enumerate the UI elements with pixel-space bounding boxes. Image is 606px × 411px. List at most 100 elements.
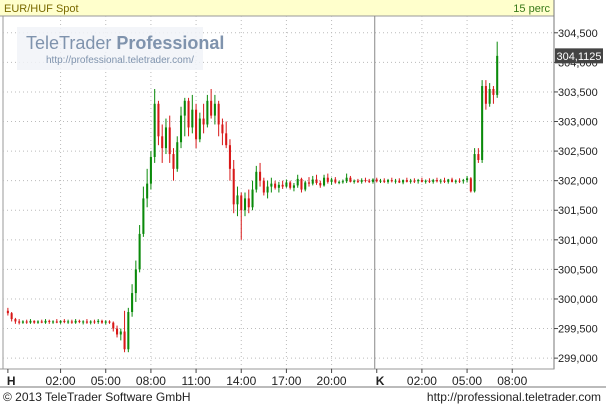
candle-body: [496, 55, 499, 95]
candle-body: [323, 177, 326, 186]
candle: [153, 88, 156, 163]
candlestick-series: [6, 41, 499, 353]
candle: [236, 186, 239, 217]
candle-body: [225, 133, 228, 146]
candle: [82, 320, 85, 325]
candle: [63, 319, 66, 324]
candle-body: [307, 182, 311, 184]
candle-body: [78, 320, 81, 323]
candle: [356, 178, 359, 184]
candle: [255, 165, 258, 193]
candle: [473, 148, 476, 193]
candle-body: [484, 86, 487, 104]
candle: [138, 225, 141, 273]
last-price-marker: 304,1125: [555, 48, 603, 64]
candle: [217, 100, 220, 137]
candle-body: [259, 171, 262, 181]
candle-body: [454, 180, 457, 182]
candle-body: [138, 233, 141, 270]
watermark-brand-bold: Professional: [116, 33, 224, 53]
candle: [454, 179, 457, 184]
candle: [364, 177, 367, 183]
x-tick-label: 17:00: [271, 374, 301, 388]
candle: [420, 177, 423, 183]
y-tick-label: 300,500: [558, 264, 598, 276]
instrument-title: EUR/HUF Spot: [4, 3, 79, 15]
candle-body: [300, 178, 303, 190]
watermark-brand: TeleTrader: [26, 33, 111, 53]
price-chart[interactable]: EUR/HUF Spot 15 perc TeleTrader Professio…: [0, 0, 606, 406]
candle-body: [341, 181, 344, 183]
candle-body: [164, 127, 168, 149]
candle: [281, 180, 284, 189]
candle: [341, 179, 344, 184]
candle-body: [10, 313, 13, 320]
candle: [78, 319, 81, 324]
candle-body: [55, 321, 58, 323]
candle-body: [6, 310, 9, 314]
candle-body: [281, 184, 284, 187]
candle-body: [330, 179, 333, 182]
candle-body: [371, 179, 375, 182]
candle-body: [29, 320, 32, 323]
candle: [131, 284, 134, 317]
candle-body: [334, 179, 337, 183]
candle-body: [424, 180, 427, 182]
y-tick-label: 299,000: [558, 353, 598, 365]
candle: [405, 177, 408, 183]
candle-body: [262, 180, 265, 193]
candle: [390, 177, 393, 183]
candle: [398, 178, 401, 184]
candle-body: [70, 321, 73, 323]
candle-body: [466, 178, 469, 181]
candle-body: [435, 180, 439, 182]
candle: [360, 178, 363, 184]
candle-body: [131, 293, 134, 312]
footer-url[interactable]: http://professional.teletrader.com: [427, 390, 601, 404]
candle-body: [394, 180, 397, 182]
x-tick-label: 20:00: [317, 374, 347, 388]
candle: [413, 178, 416, 184]
candle-body: [368, 180, 371, 182]
candle: [48, 319, 51, 324]
candle: [424, 179, 427, 184]
candle-body: [311, 179, 314, 184]
candle-body: [82, 321, 85, 323]
candle: [496, 41, 499, 98]
candle-body: [217, 103, 220, 125]
candle: [462, 178, 465, 184]
candle-body: [386, 180, 390, 182]
candle-body: [210, 100, 213, 116]
candle: [484, 80, 487, 110]
candle-body: [447, 179, 450, 182]
candle-body: [469, 178, 472, 192]
candle: [296, 174, 299, 188]
candle: [394, 178, 397, 184]
candle: [198, 112, 201, 143]
candle-body: [191, 109, 194, 128]
candle-body: [379, 180, 382, 182]
candle-body: [277, 184, 280, 188]
candle: [488, 83, 491, 107]
candle-body: [127, 311, 130, 350]
watermark: TeleTrader Professional http://profession…: [17, 27, 224, 70]
candle: [67, 319, 70, 324]
watermark-url: http://professional.teletrader.com/: [46, 55, 194, 66]
candle-body: [345, 177, 348, 182]
candle: [59, 320, 62, 324]
x-tick-label: 02:00: [46, 374, 76, 388]
candle-body: [123, 331, 126, 350]
candle-body: [458, 180, 461, 182]
candle-body: [420, 180, 423, 182]
candle: [33, 320, 36, 324]
candle-body: [100, 320, 104, 323]
candle: [85, 319, 88, 324]
candle: [447, 178, 450, 184]
candle-body: [492, 88, 495, 95]
candle-body: [450, 179, 454, 182]
candle: [417, 178, 420, 184]
candle: [210, 88, 213, 119]
candle-body: [289, 182, 292, 188]
candle: [206, 94, 209, 128]
candle-body: [108, 321, 111, 323]
